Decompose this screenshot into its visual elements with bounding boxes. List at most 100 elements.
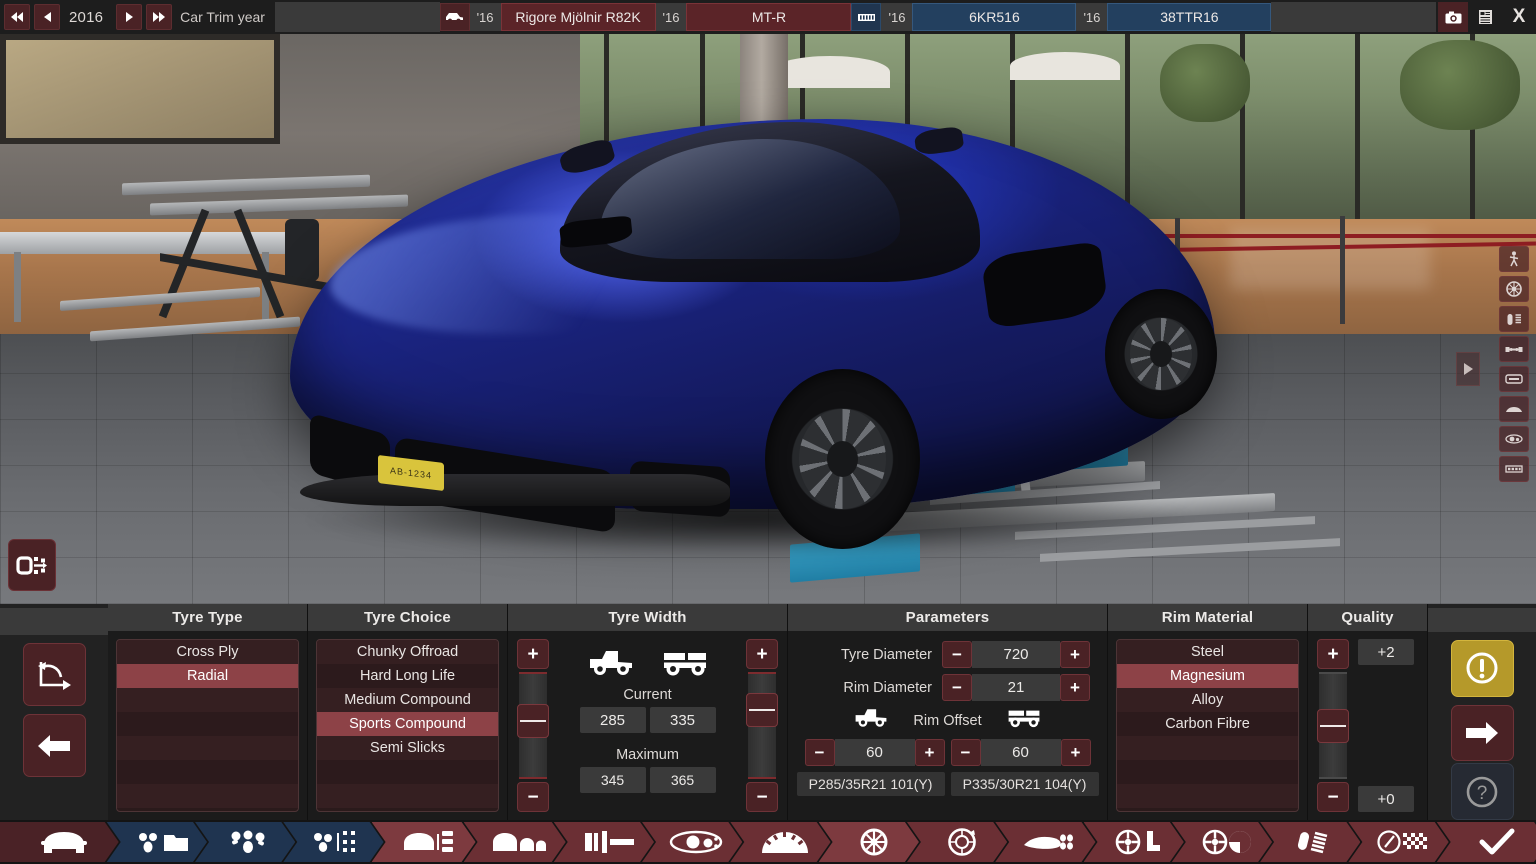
skip-forward-icon[interactable] <box>146 4 172 30</box>
tyre-width-front-handle[interactable] <box>517 704 549 738</box>
3d-viewport[interactable]: AB-1234 <box>0 34 1536 604</box>
nav-aero[interactable] <box>995 822 1095 862</box>
nav-suspension-tune[interactable] <box>1172 822 1272 862</box>
rim-offset-rear-plus[interactable]: + <box>1061 739 1091 766</box>
quality-plus[interactable]: + <box>1317 639 1349 669</box>
wheel-icon[interactable] <box>1499 276 1529 302</box>
nav-body-variant[interactable] <box>464 822 566 862</box>
tyre-width-rear-handle[interactable] <box>746 693 778 727</box>
rim-offset-front-minus[interactable]: − <box>805 739 835 766</box>
tyre-width-front-track[interactable] <box>519 672 547 779</box>
report-icon[interactable] <box>1470 2 1500 32</box>
step-back-icon[interactable] <box>34 4 60 30</box>
question-mark-icon[interactable]: ? <box>1451 763 1514 820</box>
tyre-type-option-4 <box>117 736 298 760</box>
tyre-width-rear-plus[interactable]: + <box>746 639 778 669</box>
tyre-type-list[interactable]: Cross Ply Radial <box>116 639 299 812</box>
arrow-left-icon[interactable] <box>23 714 86 777</box>
axle-icon[interactable] <box>1499 336 1529 362</box>
rim-diameter-minus[interactable]: − <box>942 674 972 701</box>
rim-offset-front-plus[interactable]: + <box>915 739 945 766</box>
right-control-column: ? <box>1428 604 1536 820</box>
tyre-diameter-plus[interactable]: + <box>1060 641 1090 668</box>
tyre-width-front-slider[interactable]: + − <box>516 639 550 812</box>
tyre-type-option-0[interactable]: Cross Ply <box>117 640 298 664</box>
undo-arrow-icon[interactable] <box>23 643 86 706</box>
tyre-choice-option-1[interactable]: Hard Long Life <box>317 664 498 688</box>
nav-steering[interactable] <box>1084 822 1184 862</box>
left-column-header <box>0 608 108 635</box>
quality-handle[interactable] <box>1317 709 1349 743</box>
close-icon[interactable]: X <box>1502 2 1536 32</box>
nav-trim[interactable] <box>372 822 476 862</box>
skip-back-icon[interactable] <box>4 4 30 30</box>
rim-material-list[interactable]: Steel Magnesium Alloy Carbon Fibre <box>1116 639 1299 812</box>
tyre-width-front-plus[interactable]: + <box>517 639 549 669</box>
chassis-icon[interactable] <box>1499 366 1529 392</box>
walk-mode-icon[interactable] <box>1499 246 1529 272</box>
rim-material-option-5 <box>1117 760 1298 784</box>
rim-diameter-row: Rim Diameter − 21 + <box>796 674 1099 701</box>
car-icon <box>440 3 470 31</box>
rim-material-option-2[interactable]: Alloy <box>1117 688 1298 712</box>
quality-slider[interactable]: + − <box>1316 639 1350 812</box>
car-front-icon <box>40 829 88 855</box>
suspension-icon[interactable] <box>1499 306 1529 332</box>
nav-car-body[interactable] <box>0 822 119 862</box>
tyre-diameter-value: 720 <box>972 641 1060 668</box>
tyre-type-option-1[interactable]: Radial <box>117 664 298 688</box>
rim-material-option-1[interactable]: Magnesium <box>1117 664 1298 688</box>
quality-track[interactable] <box>1319 672 1347 779</box>
engine-bay-icon <box>669 830 725 854</box>
step-forward-icon[interactable] <box>116 4 142 30</box>
play-icon[interactable] <box>1456 352 1480 386</box>
rim-offset-rear-minus[interactable]: − <box>951 739 981 766</box>
nav-drivetrain[interactable] <box>730 822 830 862</box>
tyre-type-option-3 <box>117 712 298 736</box>
topbar-spacer <box>275 2 440 32</box>
nav-springs[interactable] <box>1260 822 1360 862</box>
engine-tab[interactable]: 6KR516 <box>912 3 1076 31</box>
rim-material-option-0[interactable]: Steel <box>1117 640 1298 664</box>
model-tab[interactable]: Rigore Mjölnir R82K <box>501 3 656 31</box>
grid-icon[interactable] <box>1499 456 1529 482</box>
tyre-choice-option-4[interactable]: Semi Slicks <box>317 736 498 760</box>
tyre-choice-option-2[interactable]: Medium Compound <box>317 688 498 712</box>
tyre-width-rear-minus[interactable]: − <box>746 782 778 812</box>
tyre-width-rear-slider[interactable]: + − <box>745 639 779 812</box>
panel-quality: Quality + − +2 +0 <box>1308 604 1428 820</box>
svg-text:?: ? <box>1477 783 1488 804</box>
rim-material-option-3[interactable]: Carbon Fibre <box>1117 712 1298 736</box>
gauge-flag-icon <box>1377 830 1431 854</box>
tyre-choice-option-3[interactable]: Sports Compound <box>317 712 498 736</box>
camera-icon[interactable] <box>1438 2 1468 32</box>
tyre-choice-list[interactable]: Chunky Offroad Hard Long Life Medium Com… <box>316 639 499 812</box>
tyre-choice-option-0[interactable]: Chunky Offroad <box>317 640 498 664</box>
nav-testing[interactable] <box>1348 822 1448 862</box>
nav-engine-variant[interactable] <box>195 822 295 862</box>
exit-transition-icon[interactable] <box>8 539 56 591</box>
nav-engine-tune[interactable] <box>283 822 383 862</box>
nav-chassis[interactable] <box>554 822 654 862</box>
rim-diameter-plus[interactable]: + <box>1060 674 1090 701</box>
arrow-right-icon[interactable] <box>1451 705 1514 762</box>
nav-brakes[interactable] <box>907 822 1007 862</box>
car-silhouette-icon[interactable] <box>1499 396 1529 422</box>
tyre-width-maximum-values: 345 365 <box>580 767 716 793</box>
nav-wheels[interactable] <box>819 822 919 862</box>
tyre-diameter-minus[interactable]: − <box>942 641 972 668</box>
nav-finish[interactable] <box>1437 822 1536 862</box>
tyre-width-current-rear: 335 <box>650 707 716 733</box>
nav-engine-family[interactable] <box>107 822 207 862</box>
quality-minus[interactable]: − <box>1317 782 1349 812</box>
tyre-width-readouts: Current 285 335 Maximum 345 365 <box>556 639 739 812</box>
quality-top-value: +2 <box>1358 639 1414 665</box>
variant-tab[interactable]: 38TTR16 <box>1107 3 1271 31</box>
nav-engine-bay[interactable] <box>642 822 742 862</box>
tyre-width-rear-track[interactable] <box>748 672 776 779</box>
trim-tab[interactable]: MT-R <box>686 3 851 31</box>
headlight-icon[interactable] <box>1499 426 1529 452</box>
warning-exclamation-icon[interactable] <box>1451 640 1514 697</box>
panel-tyre-width: Tyre Width + − <box>508 604 788 820</box>
tyre-width-front-minus[interactable]: − <box>517 782 549 812</box>
